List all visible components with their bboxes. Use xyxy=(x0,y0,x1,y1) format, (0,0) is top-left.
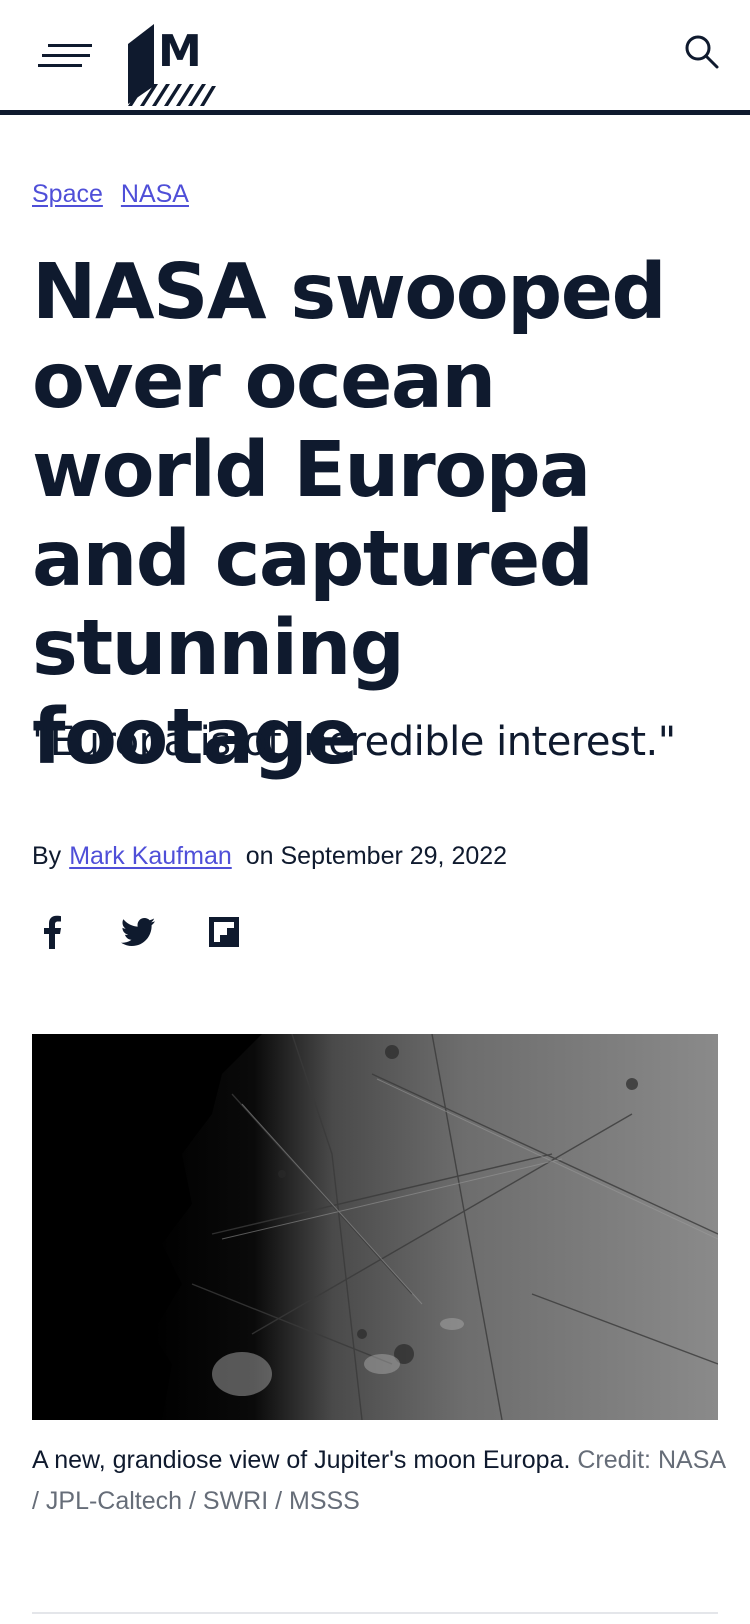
facebook-icon[interactable] xyxy=(34,914,70,950)
caption-text: A new, grandiose view of Jupiter's moon … xyxy=(32,1446,571,1474)
topic-link-space[interactable]: Space xyxy=(32,180,103,214)
twitter-icon[interactable] xyxy=(120,914,156,950)
article-byline: By Mark Kaufman on September 29, 2022 xyxy=(32,838,507,874)
site-header: M xyxy=(0,0,750,116)
article-subheadline: "Europa is of incredible interest." xyxy=(32,719,676,765)
hero-image-caption: A new, grandiose view of Jupiter's moon … xyxy=(32,1440,732,1522)
header-divider xyxy=(0,110,750,115)
site-logo[interactable]: M xyxy=(126,24,220,110)
section-divider xyxy=(32,1612,718,1614)
publish-date: on September 29, 2022 xyxy=(245,841,508,870)
hero-image-europa xyxy=(32,1034,718,1420)
author-link[interactable]: Mark Kaufman xyxy=(69,842,232,871)
flipboard-icon[interactable] xyxy=(206,914,242,950)
logo-letter: M xyxy=(158,26,202,77)
article-headline: NASA swooped over ocean world Europa and… xyxy=(32,248,667,782)
topic-link-nasa[interactable]: NASA xyxy=(121,180,189,214)
byline-prefix: By xyxy=(32,841,62,870)
hamburger-menu-icon[interactable] xyxy=(38,40,94,72)
search-icon[interactable] xyxy=(684,34,720,70)
topic-breadcrumb: Space NASA xyxy=(32,180,189,214)
credit-label: Credit: xyxy=(577,1446,652,1474)
